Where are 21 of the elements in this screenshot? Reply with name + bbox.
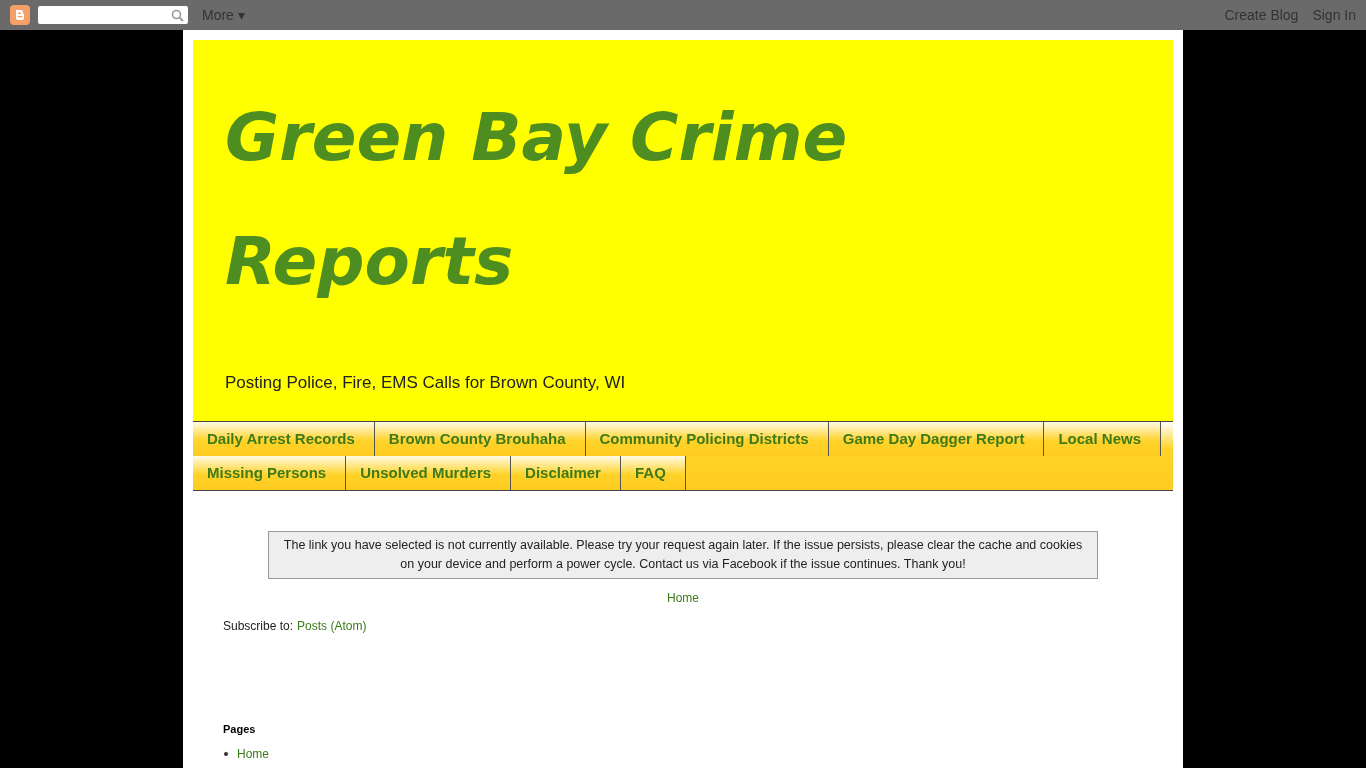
search-icon[interactable] — [171, 8, 184, 22]
page-link[interactable]: Home — [237, 747, 269, 761]
posts-atom-link[interactable]: Posts (Atom) — [297, 619, 367, 633]
nav-tab[interactable]: Daily Arrest Records — [193, 422, 375, 456]
notice-message: The link you have selected is not currently available. Please try your request again later. If the issue persists, please clear the cache and cookies on your device and perform a power cycle. Contact us via Facebook if the issue continues. Thank you! — [268, 531, 1098, 579]
nav-tab[interactable]: Community Policing Districts — [585, 422, 829, 456]
nav-tab[interactable]: Game Day Dagger Report — [828, 422, 1045, 456]
nav-tab[interactable]: Missing Persons — [193, 456, 347, 490]
blog-title[interactable]: Green Bay Crime Reports — [225, 76, 865, 324]
blog-description: Posting Police, Fire, EMS Calls for Brown County, WI — [225, 373, 627, 393]
nav-tab[interactable]: Disclaimer — [511, 456, 621, 490]
nav-tab[interactable]: Brown County Brouhaha — [374, 422, 586, 456]
search-field[interactable] — [38, 6, 188, 24]
home-link[interactable]: Home — [667, 591, 699, 605]
nav-tab[interactable]: FAQ — [620, 456, 686, 490]
nav-tab[interactable]: Local News — [1044, 422, 1161, 456]
nav-tab[interactable]: Unsolved Murders — [346, 456, 512, 490]
blogger-logo-icon[interactable] — [10, 5, 30, 25]
subscribe-label: Subscribe to: — [223, 619, 294, 633]
pages-heading: Pages — [223, 723, 257, 735]
bullet-icon — [224, 752, 228, 756]
